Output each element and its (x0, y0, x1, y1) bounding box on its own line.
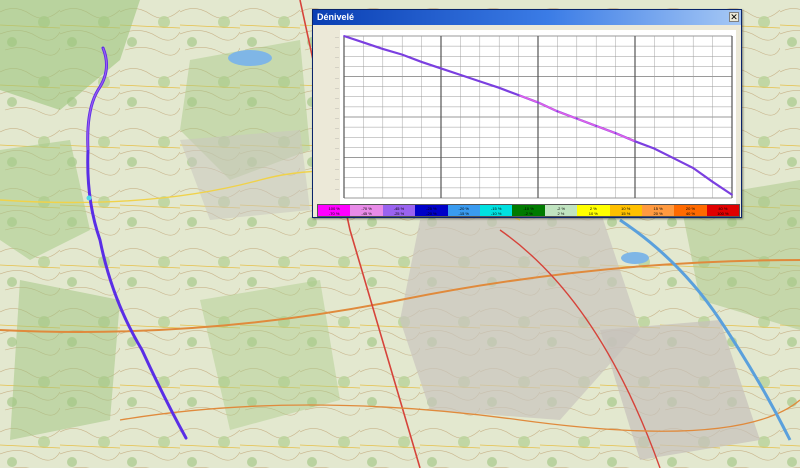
close-icon: ✕ (730, 12, 738, 22)
y-tick-label: — (335, 104, 339, 110)
profile-point (634, 140, 636, 143)
legend-range-bottom: 100 % (717, 211, 729, 216)
elevation-chart-svg (343, 34, 733, 199)
legend-swatch: -25 % -20 % (415, 205, 448, 216)
legend-swatch: -45 % -25 % (382, 205, 416, 216)
y-tick-label: — (335, 44, 339, 50)
y-tick-label: — (335, 64, 339, 70)
y-axis-labels: — — — — — — — — — — — — — — — — (315, 30, 339, 204)
profile-point (672, 157, 675, 160)
y-tick-label: — (335, 145, 339, 151)
profile-point (614, 132, 617, 135)
profile-point (420, 61, 423, 63)
legend-range-bottom: -45 % (361, 211, 372, 216)
legend-range-bottom: 40 % (685, 211, 696, 216)
profile-point (478, 80, 481, 83)
legend-range-bottom: -70 % (328, 211, 340, 216)
y-tick-label: — (335, 185, 339, 191)
profile-point (556, 110, 559, 113)
y-tick-label: — (335, 54, 339, 60)
y-tick-label: — (335, 115, 339, 120)
legend-range-bottom: -2 % (524, 211, 533, 216)
y-tick-label: — (335, 135, 339, 141)
y-tick-label: — (335, 74, 339, 80)
legend-range-bottom: 10 % (588, 211, 598, 216)
legend-swatch: 100 % -70 % (318, 205, 351, 216)
legend-swatch: -70 % -45 % (350, 205, 383, 216)
elevation-profile-window[interactable]: Dénivelé ✕ — — — — — — — — — — — — — — — — 100 % -70 % -7… (312, 9, 742, 218)
close-button[interactable]: ✕ (729, 12, 739, 22)
profile-point (343, 35, 345, 37)
y-tick-label: — (335, 84, 339, 90)
profile-point (498, 86, 501, 89)
elevation-chart (340, 30, 736, 204)
legend-range-bottom: 2 % (557, 211, 565, 216)
legend-swatch: -2 % 2 % (544, 205, 578, 216)
profile-point (537, 101, 539, 104)
y-tick-label: — (335, 34, 339, 39)
y-tick-label: — (335, 165, 339, 171)
y-tick-label: — (335, 125, 339, 131)
legend-range-bottom: 20 % (653, 211, 663, 216)
legend-swatch: 20 % 40 % (674, 205, 707, 216)
legend-range-bottom: -20 % (426, 211, 437, 216)
y-tick-label: — (335, 155, 339, 161)
profile-point (653, 147, 656, 150)
profile-point (517, 94, 520, 97)
legend-swatch: 15 % 20 % (641, 205, 675, 216)
slope-legend: 100 % -70 % -70 % -45 % -45 % -25 % -25 % -20 %… (317, 204, 740, 217)
profile-point (595, 125, 598, 127)
y-tick-label: — (335, 94, 339, 100)
profile-point (575, 117, 578, 120)
legend-range-bottom: -15 % (458, 211, 469, 216)
legend-swatch: 10 % 15 % (609, 205, 642, 216)
profile-point (401, 53, 404, 56)
profile-point (692, 167, 695, 169)
profile-point (440, 67, 442, 70)
legend-range-bottom: 15 % (621, 211, 631, 216)
profile-point (381, 48, 384, 50)
legend-range-bottom: -10 % (490, 211, 502, 216)
legend-swatch: 2 % 10 % (577, 205, 610, 216)
profile-point (731, 193, 733, 196)
window-title: Dénivelé (317, 12, 355, 22)
window-titlebar[interactable]: Dénivelé ✕ (313, 10, 741, 25)
legend-swatch: -20 % -15 % (447, 205, 480, 216)
legend-swatch: -15 % -10 % (479, 205, 513, 216)
profile-point (459, 73, 462, 76)
legend-range-bottom: -25 % (393, 211, 405, 216)
y-tick-label: — (335, 175, 339, 181)
legend-swatch: 40 % 100 % (706, 205, 740, 216)
legend-swatch: -10 % -2 % (512, 205, 545, 216)
profile-point (362, 41, 365, 44)
profile-point (711, 180, 714, 183)
